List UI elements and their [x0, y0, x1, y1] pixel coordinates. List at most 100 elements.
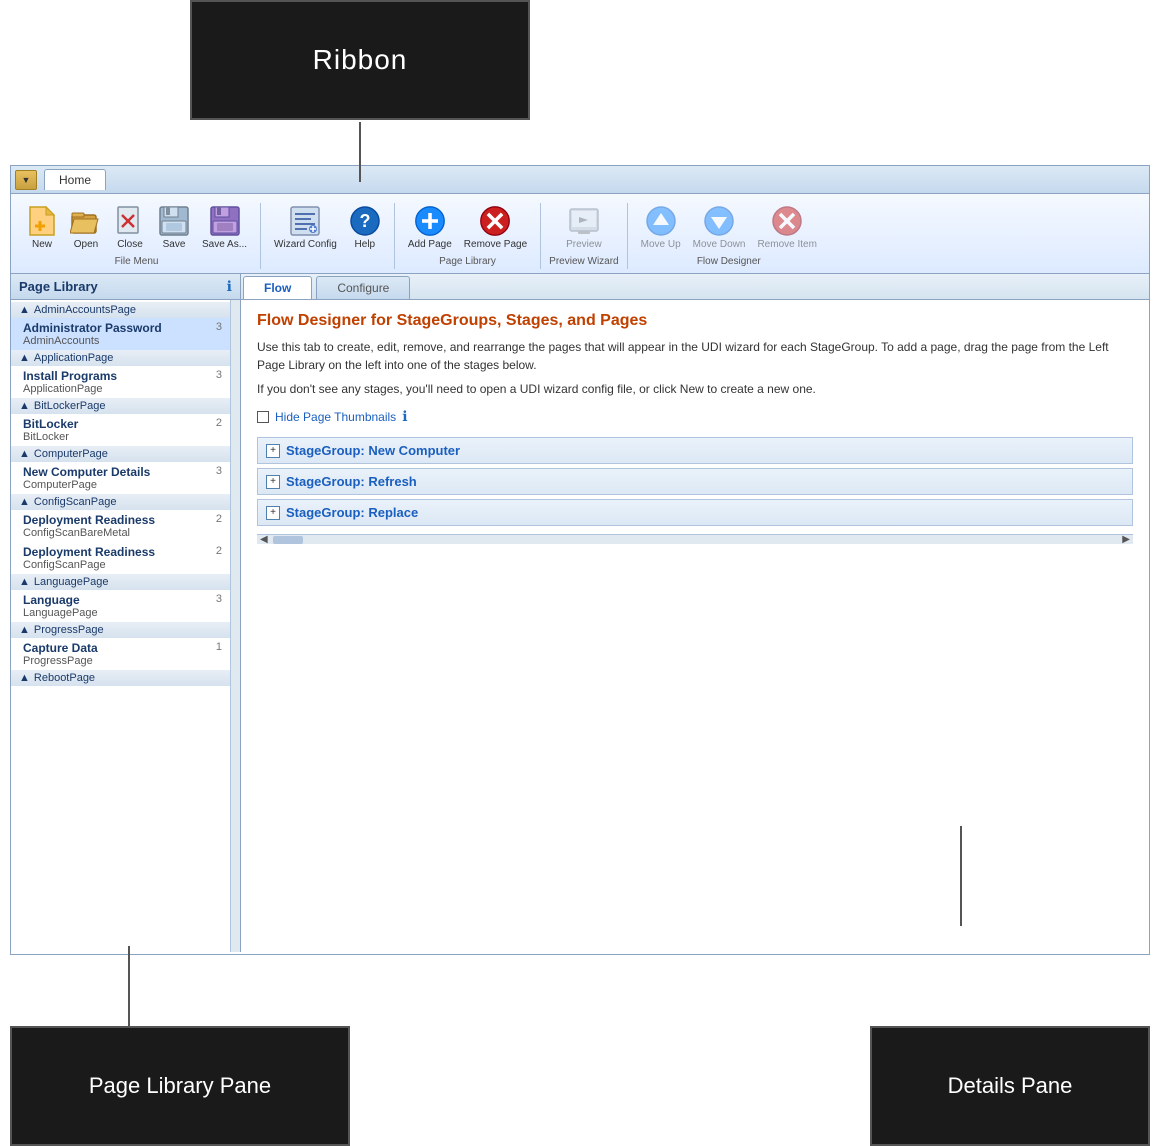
section-reboot-collapse-icon: ▲ — [19, 672, 30, 684]
section-reboot[interactable]: ▲ RebootPage — [11, 670, 230, 686]
tab-home[interactable]: Home — [44, 169, 106, 190]
stage-group-refresh-expand[interactable]: + — [266, 475, 280, 489]
help-button[interactable]: ? Help — [344, 203, 386, 253]
flow-scrollbar-h[interactable]: ◀ ▶ — [257, 534, 1133, 544]
section-app-label: ApplicationPage — [34, 352, 114, 364]
svg-text:?: ? — [359, 211, 370, 231]
library-item-progress-page: ProgressPage — [23, 655, 222, 667]
page-library-inner: Add Page Remove Page — [403, 203, 532, 267]
section-configscan[interactable]: ▲ ConfigScanPage — [11, 494, 230, 510]
app-window: ▼ Home — [10, 165, 1150, 955]
toolbar-group-page-library: Add Page Remove Page — [399, 203, 541, 269]
library-item-install-programs[interactable]: Install Programs 3 ApplicationPage — [11, 366, 230, 398]
toolbar-group-flow-designer: Move Up Move Down — [632, 203, 830, 269]
remove-page-button[interactable]: Remove Page — [459, 203, 532, 253]
flow-note: If you don't see any stages, you'll need… — [257, 382, 1133, 396]
library-item-install-programs-sub: Install Programs 3 — [23, 369, 222, 383]
move-down-button[interactable]: Move Down — [688, 203, 751, 253]
page-library-group-label: Page Library — [403, 256, 532, 267]
scroll-left-arrow[interactable]: ◀ — [257, 534, 271, 545]
section-language[interactable]: ▲ LanguagePage — [11, 574, 230, 590]
scroll-right-arrow[interactable]: ▶ — [1119, 534, 1133, 545]
library-item-computer[interactable]: New Computer Details 3 ComputerPage — [11, 462, 230, 494]
save-icon — [158, 205, 190, 237]
section-configscan-label: ConfigScanPage — [34, 496, 117, 508]
section-bitlocker[interactable]: ▲ BitLockerPage — [11, 398, 230, 414]
stage-group-new-computer-header[interactable]: + StageGroup: New Computer — [258, 438, 1132, 463]
remove-item-icon — [771, 205, 803, 237]
add-page-button[interactable]: Add Page — [403, 203, 457, 253]
wizard-config-button[interactable]: Wizard Config — [269, 203, 342, 253]
save-button[interactable]: Save — [153, 203, 195, 253]
flow-designer-inner: Move Up Move Down — [636, 203, 822, 267]
page-library-header: Page Library ℹ — [11, 274, 240, 300]
flow-tabs: Flow Configure — [241, 274, 1149, 300]
preview-button[interactable]: Preview — [561, 203, 607, 253]
flow-desc-1: Use this tab to create, edit, remove, an… — [257, 338, 1133, 374]
stage-group-refresh-header[interactable]: + StageGroup: Refresh — [258, 469, 1132, 494]
stage-group-replace-expand[interactable]: + — [266, 506, 280, 520]
section-progress[interactable]: ▲ ProgressPage — [11, 622, 230, 638]
stage-group-new-computer-expand[interactable]: + — [266, 444, 280, 458]
section-configscan-collapse-icon: ▲ — [19, 496, 30, 508]
app-menu-button[interactable]: ▼ — [15, 170, 37, 190]
close-label: Close — [117, 239, 143, 251]
hide-thumbnails-checkbox[interactable] — [257, 411, 269, 423]
stage-group-replace: + StageGroup: Replace — [257, 499, 1133, 526]
toolbar-group-file-menu: New Open — [17, 203, 261, 269]
remove-item-button[interactable]: Remove Item — [752, 203, 821, 253]
new-button[interactable]: New — [21, 203, 63, 253]
library-item-configscan-bare-page: ConfigScanBareMetal — [23, 527, 222, 539]
library-item-configscan-page-sub: ConfigScanPage — [23, 559, 222, 571]
hide-thumbnails-info-icon[interactable]: ℹ — [402, 408, 407, 425]
library-item-language-page: LanguagePage — [23, 607, 222, 619]
page-library-info-icon[interactable]: ℹ — [227, 278, 232, 295]
library-item-progress[interactable]: Capture Data 1 ProgressPage — [11, 638, 230, 670]
library-item-configscan-sub: Deployment Readiness 2 — [23, 545, 222, 559]
scroll-thumb[interactable] — [273, 536, 303, 544]
stage-group-new-computer-title: StageGroup: New Computer — [286, 443, 460, 458]
main-content-area: Page Library ℹ ▲ AdminAccountsPage Admin… — [11, 274, 1149, 952]
add-page-label: Add Page — [408, 239, 452, 251]
library-item-bitlocker[interactable]: BitLocker 2 BitLocker — [11, 414, 230, 446]
library-scrollbar[interactable] — [230, 300, 240, 952]
move-up-button[interactable]: Move Up — [636, 203, 686, 253]
flow-content: Flow Designer for StageGroups, Stages, a… — [241, 300, 1149, 952]
library-item-configscan-bare[interactable]: Deployment Readiness 2 ConfigScanBareMet… — [11, 510, 230, 542]
tab-configure[interactable]: Configure — [316, 276, 410, 299]
section-computer-label: ComputerPage — [34, 448, 108, 460]
library-item-admin-password[interactable]: Administrator Password 3 AdminAccounts — [11, 318, 230, 350]
section-admin-accounts[interactable]: ▲ AdminAccountsPage — [11, 302, 230, 318]
remove-page-icon — [479, 205, 511, 237]
open-icon — [70, 205, 102, 237]
tab-flow[interactable]: Flow — [243, 276, 312, 299]
move-down-icon — [703, 205, 735, 237]
file-menu-buttons: New Open — [21, 203, 252, 253]
details-pane-box: Details Pane — [870, 1026, 1150, 1146]
flow-designer-title: Flow Designer for StageGroups, Stages, a… — [257, 312, 1133, 330]
library-item-install-name: Install Programs — [23, 369, 117, 383]
config-group-label: . — [269, 256, 386, 267]
section-admin-label: AdminAccountsPage — [34, 304, 136, 316]
hide-thumbnails-row: Hide Page Thumbnails ℹ — [257, 408, 1133, 425]
library-item-configscan-page[interactable]: Deployment Readiness 2 ConfigScanPage — [11, 542, 230, 574]
library-item-language[interactable]: Language 3 LanguagePage — [11, 590, 230, 622]
library-item-language-num: 3 — [216, 593, 222, 607]
help-icon: ? — [349, 205, 381, 237]
stage-group-replace-header[interactable]: + StageGroup: Replace — [258, 500, 1132, 525]
page-library-pane-label: Page Library Pane — [89, 1073, 271, 1099]
open-button[interactable]: Open — [65, 203, 107, 253]
library-item-install-sub: ApplicationPage — [23, 383, 222, 395]
toolbar-group-config: Wizard Config ? Help . — [265, 203, 395, 269]
close-button[interactable]: Close — [109, 203, 151, 253]
preview-wizard-inner: Preview Preview Wizard — [549, 203, 618, 267]
section-application[interactable]: ▲ ApplicationPage — [11, 350, 230, 366]
toolbar-group-preview-wizard: Preview Preview Wizard — [545, 203, 627, 269]
library-item-progress-name: Capture Data — [23, 641, 98, 655]
library-list: ▲ AdminAccountsPage Administrator Passwo… — [11, 300, 230, 952]
config-buttons: Wizard Config ? Help — [269, 203, 386, 253]
section-computer[interactable]: ▲ ComputerPage — [11, 446, 230, 462]
library-item-configscan-name: Deployment Readiness — [23, 545, 155, 559]
saveas-button[interactable]: Save As... — [197, 203, 252, 253]
section-bitlocker-label: BitLockerPage — [34, 400, 106, 412]
